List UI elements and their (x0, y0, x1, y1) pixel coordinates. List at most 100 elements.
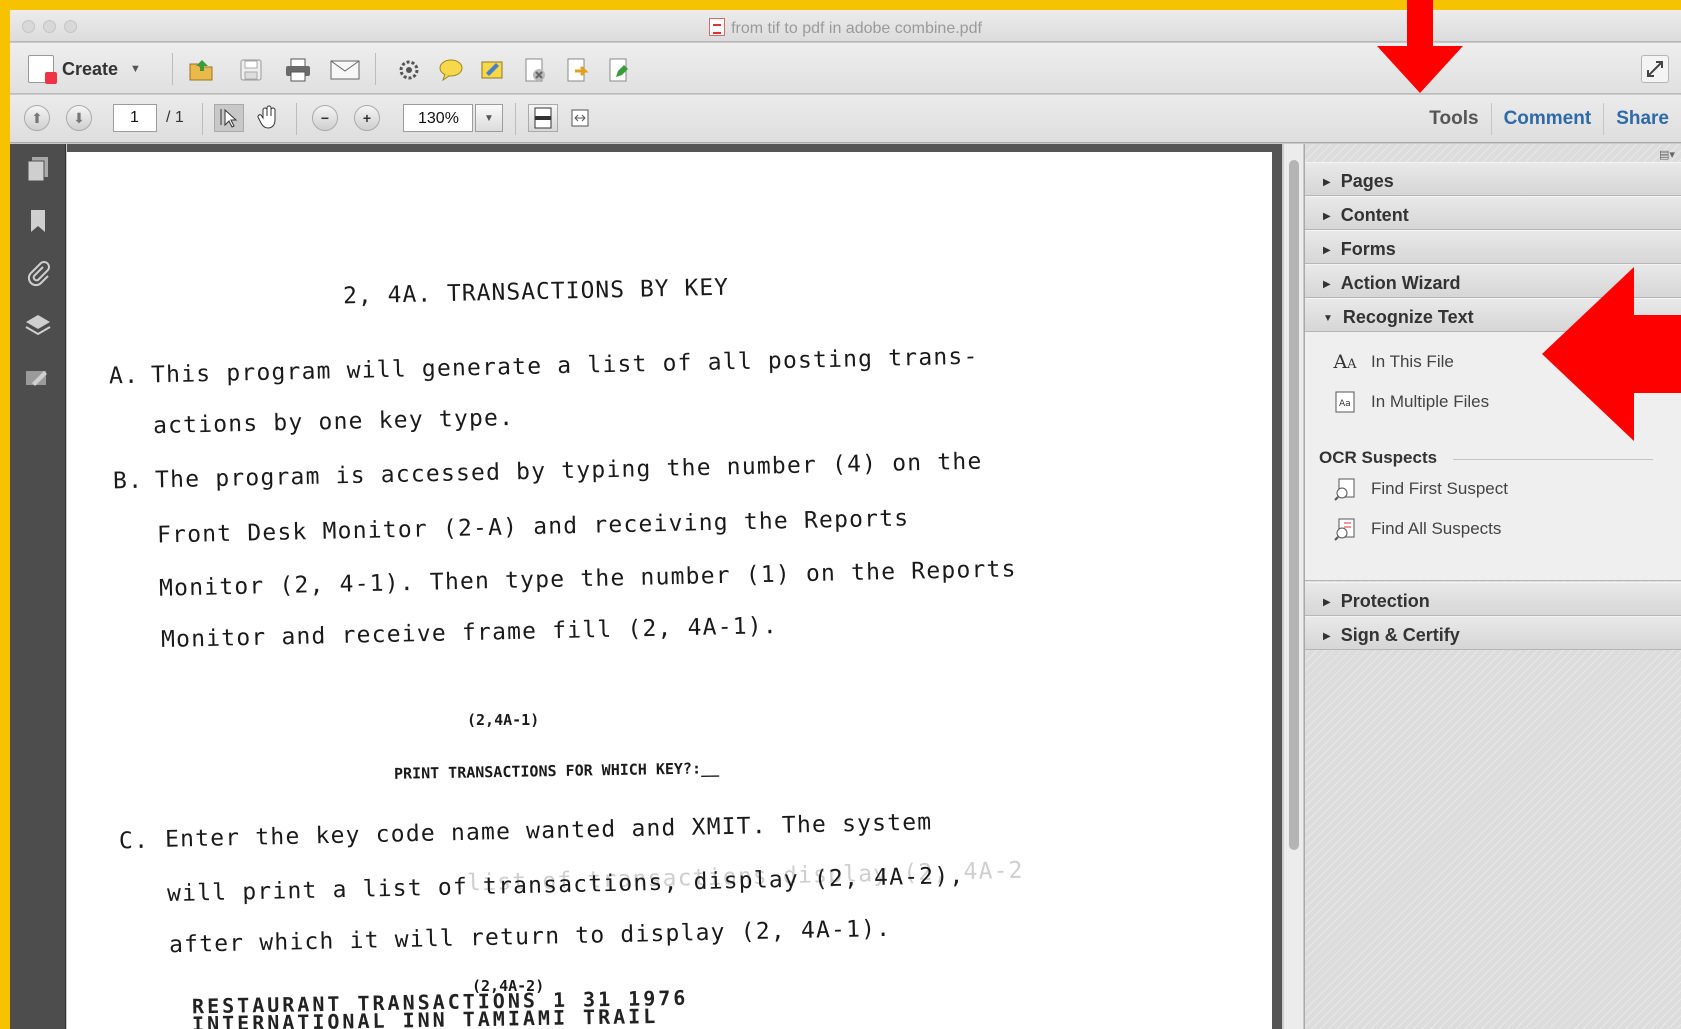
arrow-up-icon: ⬆ (31, 109, 43, 126)
paragraph-text: after which it will return to display (2… (168, 915, 892, 959)
paragraph-text: The program is accessed by typing the nu… (154, 448, 983, 494)
zoom-dropdown-button[interactable]: ▼ (475, 104, 503, 132)
paragraph-label: A. (108, 362, 140, 390)
section-label: Protection (1340, 591, 1430, 611)
svg-text:Aa: Aa (1339, 399, 1351, 409)
zoom-in-button[interactable]: + (354, 105, 380, 131)
export-icon[interactable] (562, 57, 592, 83)
ocr-suspects-heading: OCR Suspects (1319, 448, 1438, 467)
select-tool-button[interactable] (214, 104, 244, 132)
document-view[interactable]: 2, 4A. TRANSACTIONS BY KEY A. This progr… (67, 144, 1282, 1029)
signatures-icon[interactable] (23, 362, 53, 392)
item-label: In Multiple Files (1371, 392, 1490, 411)
delete-page-icon[interactable] (520, 57, 550, 83)
task-tabs: Tools Comment Share (1417, 95, 1681, 143)
fit-page-icon (534, 107, 552, 129)
open-icon[interactable] (187, 57, 217, 83)
item-label: In This File (1371, 352, 1454, 371)
chevron-down-icon: ▼ (130, 63, 141, 75)
tab-comment[interactable]: Comment (1492, 103, 1605, 135)
fit-page-button[interactable] (528, 104, 558, 132)
paragraph-text: Enter the key code name wanted and XMIT.… (164, 809, 933, 853)
page-number-input[interactable]: 1 (113, 104, 157, 132)
section-label: Recognize Text (1342, 307, 1474, 327)
item-label: Find First Suspect (1371, 479, 1508, 498)
expand-icon (1647, 61, 1663, 77)
pdf-file-icon (709, 18, 726, 36)
panel-options-icon[interactable]: ▤▾ (1659, 148, 1679, 162)
toolbar-divider (296, 103, 297, 135)
tab-tools[interactable]: Tools (1417, 103, 1492, 135)
page-thumbnails-icon[interactable] (23, 154, 53, 184)
zoom-out-button[interactable]: − (312, 105, 338, 131)
print-icon[interactable] (283, 57, 313, 83)
email-icon[interactable] (330, 57, 360, 83)
pdf-page: 2, 4A. TRANSACTIONS BY KEY A. This progr… (67, 152, 1272, 1029)
triangle-right-icon: ▶ (1323, 245, 1331, 256)
acrobat-window: from tif to pdf in adobe combine.pdf Cre… (10, 10, 1681, 1029)
paragraph-text: Monitor (2, 4-1). Then type the number (… (158, 556, 1017, 602)
section-protection[interactable]: ▶ Protection (1305, 582, 1681, 616)
section-label: Sign & Certify (1340, 625, 1460, 645)
toolbar-divider (202, 103, 203, 135)
find-all-suspects-icon (1333, 517, 1357, 541)
in-this-file-item[interactable]: AA In This File (1333, 350, 1454, 374)
paragraph-label: B. (112, 467, 144, 495)
triangle-right-icon: ▶ (1323, 597, 1331, 608)
section-content[interactable]: ▶ Content (1305, 196, 1681, 230)
next-page-button[interactable]: ⬇ (66, 105, 92, 131)
create-button[interactable]: Create ▼ (28, 55, 141, 84)
settings-icon[interactable] (394, 57, 424, 83)
attachments-icon[interactable] (23, 258, 53, 288)
bookmarks-icon[interactable] (23, 206, 53, 236)
find-all-suspects-item[interactable]: Find All Suspects (1333, 517, 1501, 541)
previous-page-button[interactable]: ⬆ (24, 105, 50, 131)
save-icon[interactable] (236, 57, 266, 83)
edit-document-icon[interactable] (604, 57, 634, 83)
toolbar-divider (515, 103, 516, 135)
paragraph-text: Monitor and receive frame fill (2, 4A-1)… (160, 613, 779, 653)
section-sign-certify[interactable]: ▶ Sign & Certify (1305, 616, 1681, 650)
navigation-toolbar: ⬆ ⬇ 1 / 1 − + 130% ▼ Tools Comment Share (10, 95, 1681, 143)
arrow-down-icon: ⬇ (73, 109, 85, 126)
triangle-right-icon: ▶ (1323, 177, 1331, 188)
sign-icon[interactable] (478, 57, 508, 83)
fit-width-icon[interactable] (565, 105, 595, 131)
document-heading: 2, 4A. TRANSACTIONS BY KEY (342, 274, 730, 310)
vertical-scrollbar[interactable] (1283, 144, 1303, 1029)
section-label: Pages (1340, 171, 1394, 191)
cursor-icon (220, 108, 238, 128)
divider (1453, 459, 1653, 460)
hand-tool-icon[interactable] (254, 104, 284, 130)
section-pages[interactable]: ▶ Pages (1305, 162, 1681, 196)
paragraph-text: actions by one key type. (152, 404, 515, 440)
tab-share[interactable]: Share (1604, 103, 1681, 135)
find-first-suspect-item[interactable]: Find First Suspect (1333, 477, 1508, 501)
text-recognition-icon: AA (1333, 351, 1357, 373)
paragraph-label: C. (118, 827, 150, 855)
left-navigation-panel (10, 144, 66, 1029)
red-arrow-down-icon (1377, 0, 1463, 93)
scrollbar-thumb[interactable] (1289, 160, 1299, 850)
paragraph-text: Front Desk Monitor (2-A) and receiving t… (156, 505, 910, 549)
section-forms[interactable]: ▶ Forms (1305, 230, 1681, 264)
comment-icon[interactable] (436, 57, 466, 83)
zoom-level-input[interactable]: 130% (403, 104, 473, 132)
layers-icon[interactable] (23, 310, 53, 340)
item-label: Find All Suspects (1371, 519, 1502, 538)
minus-icon: − (320, 110, 330, 126)
in-multiple-files-item[interactable]: Aa In Multiple Files (1333, 390, 1489, 414)
triangle-down-icon: ▼ (1323, 313, 1333, 324)
create-pdf-icon (28, 55, 57, 84)
chevron-down-icon: ▼ (484, 112, 494, 124)
plus-icon: + (362, 110, 372, 126)
red-arrow-left-icon (1542, 267, 1681, 441)
paragraph-text: This program will generate a list of all… (150, 343, 979, 389)
triangle-right-icon: ▶ (1323, 631, 1331, 642)
find-suspect-icon (1333, 477, 1357, 501)
prompt-line: PRINT TRANSACTIONS FOR WHICH KEY?:__ (393, 759, 720, 783)
triangle-right-icon: ▶ (1323, 279, 1331, 290)
full-screen-button[interactable] (1641, 55, 1669, 83)
section-label: Content (1340, 205, 1409, 225)
section-label: Forms (1340, 239, 1396, 259)
